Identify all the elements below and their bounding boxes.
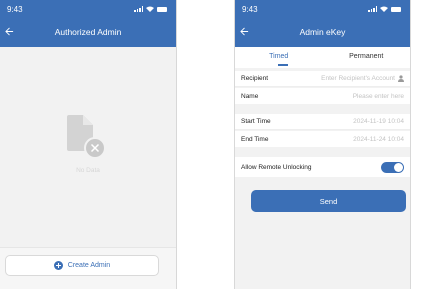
person-icon[interactable] (398, 75, 404, 82)
name-label: Name (241, 92, 259, 100)
end-time-row[interactable]: End Time 2024-11-24 10:04 (235, 131, 410, 147)
empty-state-text: No Data (76, 167, 100, 174)
wifi-icon (146, 6, 154, 12)
start-time-value[interactable]: 2024-11-19 10:04 (353, 118, 404, 125)
page-title: Admin eKey (299, 27, 346, 37)
wifi-icon (380, 6, 388, 12)
plus-circle-icon (53, 261, 63, 270)
remote-unlock-toggle[interactable] (381, 161, 404, 173)
app-bar: 9:43 Admin eKey (235, 0, 410, 47)
authorized-admin-screen: 9:43 Authorized Admin No Data Create Adm… (0, 0, 177, 289)
end-time-value[interactable]: 2024-11-24 10:04 (353, 136, 404, 143)
app-bar: 9:43 Authorized Admin (0, 0, 176, 47)
battery-icon (157, 6, 167, 12)
recipient-input[interactable]: Enter Recipient's Account (321, 75, 404, 82)
start-time-row[interactable]: Start Time 2024-11-19 10:04 (235, 114, 410, 130)
admin-ekey-screen: 9:43 Admin eKey Timed Permanent Recipien… (234, 0, 411, 289)
page-title: Authorized Admin (54, 27, 122, 37)
signal-icon (368, 6, 377, 12)
name-row[interactable]: Name Please enter here (235, 88, 410, 104)
send-button[interactable]: Send (251, 190, 406, 212)
status-icons (134, 6, 167, 12)
battery-icon (391, 6, 401, 12)
status-time: 9:43 (242, 5, 258, 14)
create-admin-button[interactable]: Create Admin (5, 255, 159, 276)
status-icons (368, 6, 401, 12)
recipient-label: Recipient (241, 75, 269, 82)
recipient-row[interactable]: Recipient Enter Recipient's Account (235, 71, 410, 87)
remote-unlock-row: Allow Remote Unlocking (235, 157, 410, 177)
tab-timed[interactable]: Timed (235, 47, 323, 68)
start-time-label: Start Time (241, 118, 271, 125)
name-input[interactable]: Please enter here (353, 93, 404, 100)
ekey-type-tabs: Timed Permanent (235, 47, 410, 68)
end-time-label: End Time (241, 135, 269, 143)
recipient-placeholder: Enter Recipient's Account (321, 75, 395, 82)
status-time: 9:43 (7, 5, 23, 14)
no-data-document-icon (67, 115, 106, 159)
create-admin-label: Create Admin (67, 262, 111, 269)
tab-permanent[interactable]: Permanent (323, 47, 411, 68)
remote-unlock-label: Allow Remote Unlocking (241, 163, 312, 171)
bottom-action-bar: Create Admin (0, 247, 176, 289)
signal-icon (134, 6, 143, 12)
